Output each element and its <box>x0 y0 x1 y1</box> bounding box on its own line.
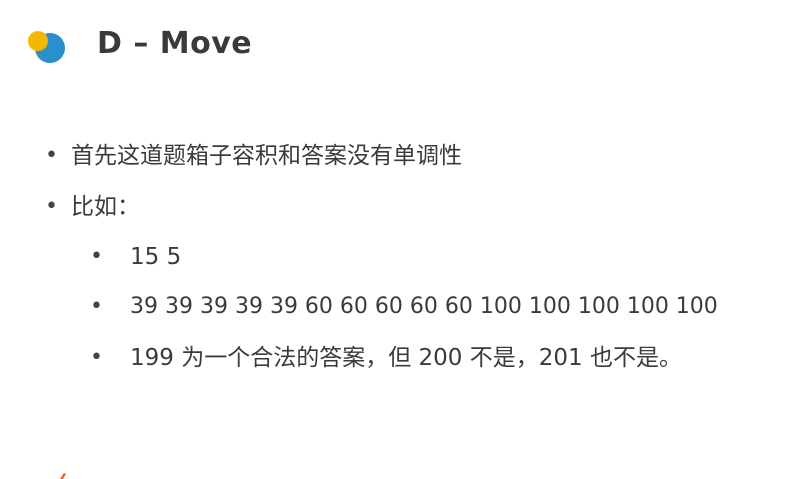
bullet-text: 比如： <box>71 194 140 220</box>
bullet-dot: • <box>90 244 103 269</box>
bullet-text: 39 39 39 39 39 60 60 60 60 60 100 100 10… <box>130 294 718 319</box>
bullet-dot: • <box>90 294 103 319</box>
bullet-text: 15 5 <box>130 244 182 270</box>
corner-accent-icon <box>60 473 66 479</box>
bullet-dot: • <box>90 345 103 370</box>
bullet-text: 199 为一个合法的答案，但 200 不是，201 也不是。 <box>130 345 682 371</box>
bullet-text: 首先这道题箱子容积和答案没有单调性 <box>71 143 462 169</box>
bullet-dot: • <box>45 143 58 168</box>
bullet-list: • 首先这道题箱子容积和答案没有单调性 • 比如： • 15 5 • 39 39… <box>0 0 792 479</box>
bullet-dot: • <box>45 194 58 219</box>
